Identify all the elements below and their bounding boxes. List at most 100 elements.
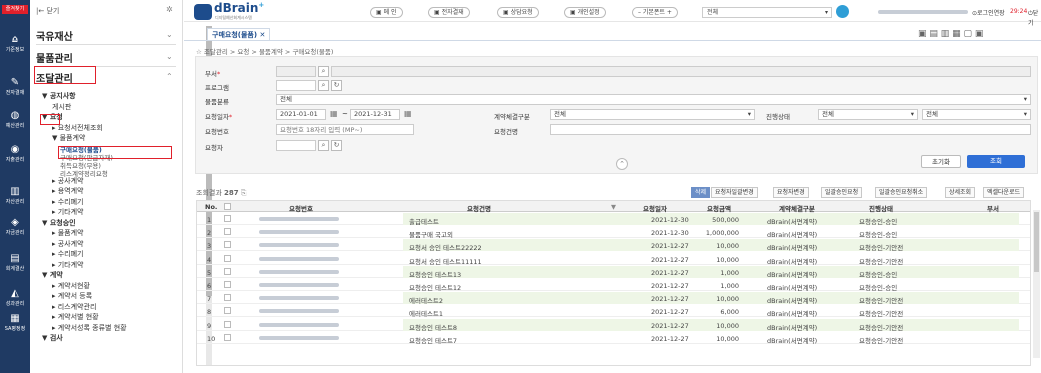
search-icon[interactable]: ⌕ [318,66,329,77]
contract-type-select[interactable]: 전체 ▾ [550,109,755,120]
consult-button[interactable]: ▣ 상담요청 [497,7,539,18]
menu-tree-item[interactable]: ▸ 물품계약 [52,228,84,238]
table-row[interactable]: 10 요청승인 테스트7 2021-12-27 10,000 dBrain(서면계약) 요… [197,332,1030,345]
menu-tree-item[interactable]: ▸ 수리폐기 [52,249,84,259]
reset-button[interactable]: 초기화 [921,155,961,168]
search-icon[interactable]: ⌕ [0,32,30,46]
search-icon[interactable]: ⌕ [318,140,329,151]
row-checkbox[interactable] [224,294,231,302]
approval-button[interactable]: ▣ 전자결재 [428,7,470,18]
table-row[interactable]: 1 출급테스트 2021-12-30 500,000 dBrain(서면계약) 요청승인-… [197,213,1030,226]
menu-tree-item[interactable]: ▸ 계약서 등록 [52,291,92,301]
table-row[interactable]: 4 요청서 승인 테스트11111 2021-12-27 10,000 dBrain(서… [197,253,1030,266]
change-requester-button[interactable]: 요청자변경 [773,187,809,198]
menu-tree-item[interactable]: ▸ 계약서성록 종류별 현황 [52,323,127,333]
table-row[interactable]: 3 요청서 승인 테스트22222 2021-12-27 10,000 dBrain(서… [197,239,1030,252]
menu-tree-item[interactable]: ▸ 공사계약 [52,239,84,249]
user-face-icon[interactable] [836,5,849,18]
rail-item[interactable]: ◉ 지출관리 [0,145,30,164]
menu-tree-item[interactable]: ▼ 물품계약 [52,133,85,143]
collapse-icon[interactable]: ⌃ [616,158,628,170]
col-request-date[interactable]: 요청일자 [643,203,667,213]
col-request-amount[interactable]: 요청금액 [707,203,731,213]
row-checkbox[interactable] [224,228,231,236]
col-status[interactable]: 진행상태 [869,203,893,213]
col-dept[interactable]: 부서 [987,203,999,213]
settings-button[interactable]: ▣ 개인설정 [564,7,606,18]
program-field[interactable] [276,80,316,91]
rail-item[interactable]: ▤ 회계결산 [0,254,30,273]
rail-item[interactable]: ▥ 자산관리 [0,187,30,206]
search-icon[interactable]: ⌕ [318,80,329,91]
global-select[interactable]: 전체 ▾ [702,7,832,18]
table-row[interactable]: 8 에러테스트1 2021-12-27 6,000 dBrain(서면계약) 요청승인-기… [197,305,1030,318]
grid-scrollbar[interactable] [1033,210,1040,358]
table-row[interactable]: 2 물품구매 국고외 2021-12-30 1,000,000 dBrain(서면계약)… [197,226,1030,239]
rail-item[interactable]: ▦ SA평정정 [0,314,30,333]
dept-name-field[interactable] [331,66,1031,77]
font-size-control[interactable]: – 기본폰트 + [632,7,678,18]
menu-tree-item[interactable]: ▼ 요청승인 [42,218,76,228]
requester-field[interactable] [276,140,316,151]
row-checkbox[interactable] [224,254,231,262]
menu-section-goods[interactable]: 물품관리 [36,50,73,65]
close-menu-link[interactable]: |← 닫기 [36,6,59,16]
col-request-no[interactable]: 요청번호 [289,203,313,213]
menu-tree-item[interactable]: ▸ 용역계약 [52,186,84,196]
status-select[interactable]: 전체 ▾ [818,109,918,120]
dept-code-field[interactable] [276,66,316,77]
table-row[interactable]: 6 요청승인 테스트12 2021-12-27 1,000 dBrain(서면계약) 요청… [197,279,1030,292]
excel-download-button[interactable]: 엑셀다운로드 [983,187,1025,198]
menu-tree-item[interactable]: ▸ 기타계약 [52,207,84,217]
tab-purchase-request[interactable]: 구매요청(물품) ✕ [207,28,271,40]
rail-item[interactable]: ◍ 예산관리 [0,111,30,130]
bulk-change-requester-button[interactable]: 요청자일괄변경 [711,187,758,198]
menu-tree-item[interactable]: ▸ 수리폐기 [52,197,84,207]
delete-button[interactable]: 삭제 [691,187,711,198]
menu-tree-item[interactable]: ▸ 계약서별 현황 [52,312,99,322]
category-select[interactable]: 전체 ▾ [276,94,1031,105]
menu-tree-item[interactable]: ▸ 리스계약관리 [52,302,96,312]
row-checkbox[interactable] [224,320,231,328]
col-no[interactable]: No. [205,203,217,211]
menu-tree-item[interactable]: ▼ 공지사항 [42,91,76,101]
cancel-bulk-approval-button[interactable]: 일괄승인요청취소 [875,187,928,198]
table-row[interactable]: 9 요청승인 테스트8 2021-12-27 10,000 dBrain(서면계약) 요청… [197,318,1030,332]
pin-icon[interactable]: ✲ [166,5,173,14]
menu-tree-item[interactable]: ▼ 검사 [42,333,63,343]
menu-tree-item[interactable]: 게시판 [52,102,71,112]
row-checkbox[interactable] [224,333,231,341]
reset-icon[interactable]: ↻ [331,140,342,151]
main-button[interactable]: ▣ 메 인 [370,7,403,18]
date-from-field[interactable]: 2021-01-01 [276,109,326,120]
menu-tree-item[interactable]: ▸ 계약서현황 [52,281,90,291]
select-all-checkbox[interactable] [224,203,231,210]
menu-tree-item[interactable]: ▸ 기타계약 [52,260,84,270]
reset-icon[interactable]: ↻ [331,80,342,91]
status-detail-select[interactable]: 전체 ▾ [922,109,1031,120]
table-row[interactable]: 5 요청승인 테스트13 2021-12-27 1,000 dBrain(서면계약) 요청… [197,265,1030,279]
menu-tree-item[interactable]: ▼ 계약 [42,270,63,280]
request-no-input[interactable] [276,124,414,135]
rail-item[interactable]: ✎ 전자결재 [0,78,30,97]
close-icon[interactable]: ✕ [259,31,265,39]
menu-tree-item[interactable]: ▸ 공사계약 [52,176,84,186]
detail-view-button[interactable]: 상세조회 [945,187,976,198]
extend-login-link[interactable]: ⊙로그인연장 [972,8,1005,17]
col-request-name[interactable]: 요청건명 [467,203,491,213]
filter-icon[interactable]: ▼ [611,203,616,211]
rail-item[interactable]: ◈ 자금관리 [0,218,30,237]
row-checkbox[interactable] [224,241,231,249]
favorites-badge[interactable]: 즐겨찾기 [2,5,28,14]
calendar-icon[interactable]: ▦ [330,109,338,118]
row-checkbox[interactable] [224,215,231,222]
close-link[interactable]: ⏻닫기 [1028,8,1041,27]
logo[interactable]: dBrain+ [214,1,264,15]
request-name-input[interactable] [550,124,1031,135]
table-row[interactable]: 7 에러테스트2 2021-12-27 10,000 dBrain(서면계약) 요청승인-… [197,292,1030,305]
row-checkbox[interactable] [224,267,231,275]
search-button[interactable]: 조회 [967,155,1025,168]
bulk-approval-request-button[interactable]: 일괄승인요청 [821,187,863,198]
row-checkbox[interactable] [224,281,231,288]
calendar-icon[interactable]: ▦ [404,109,412,118]
